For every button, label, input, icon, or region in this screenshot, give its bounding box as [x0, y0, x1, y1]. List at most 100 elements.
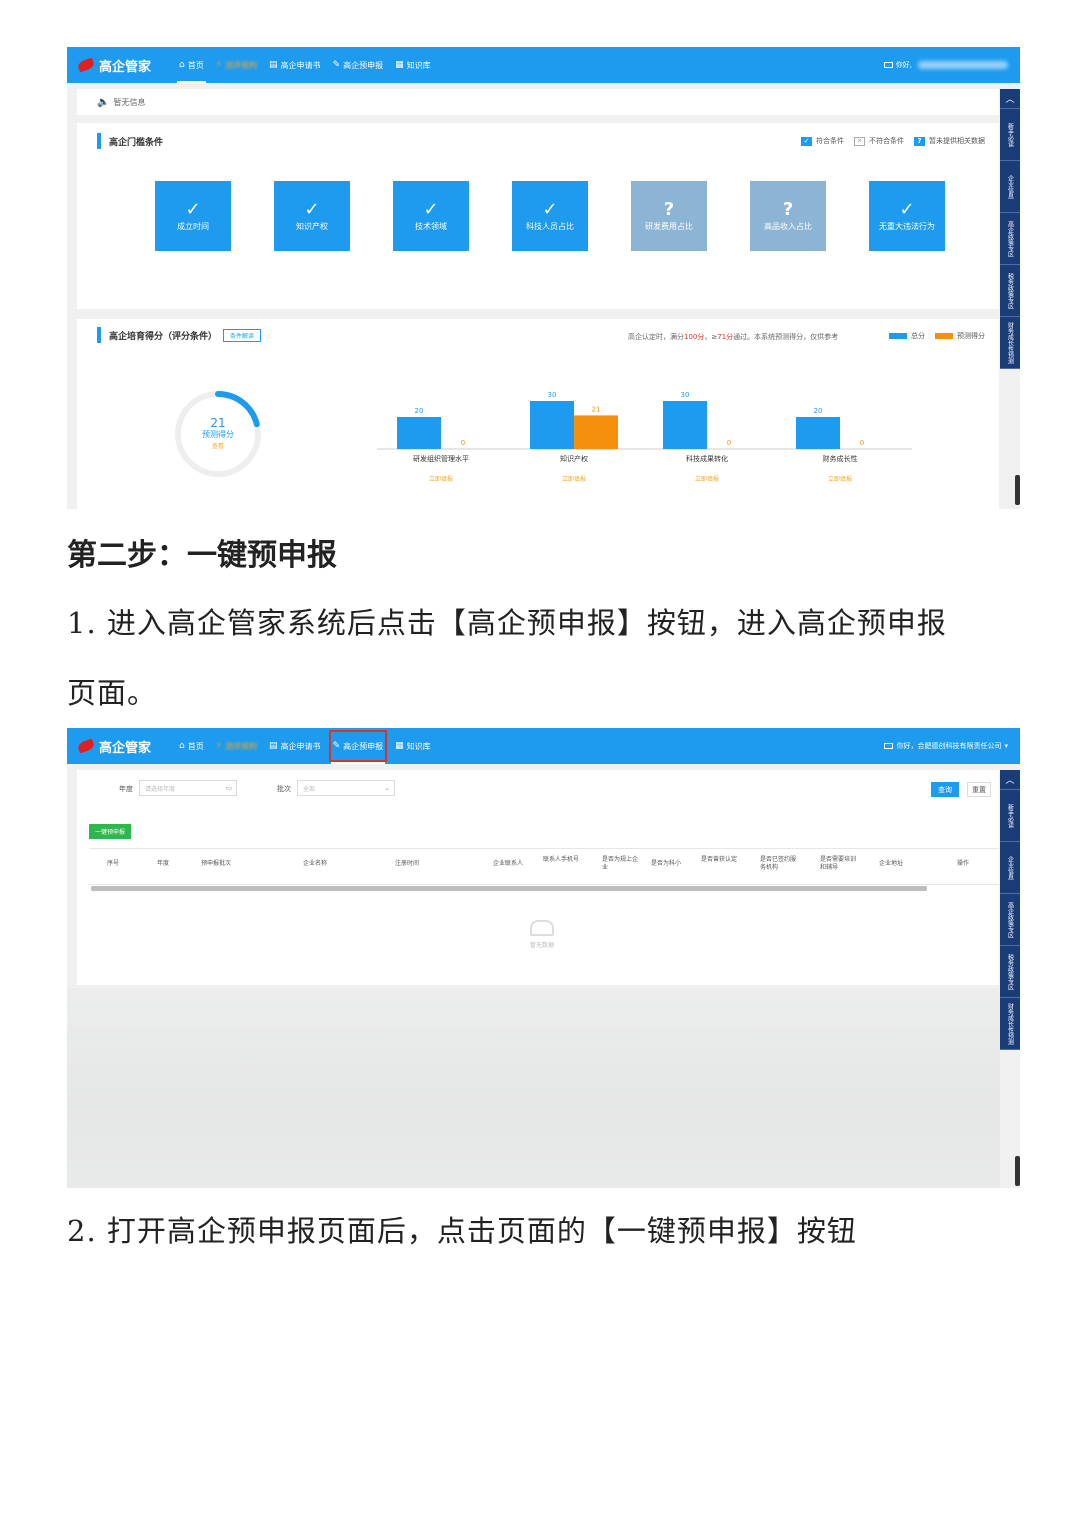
step-heading: 第二步：一键预申报 [67, 538, 337, 573]
check-icon: ✓ [423, 198, 439, 220]
nav-home[interactable]: ⌂ 首页 [173, 47, 210, 83]
ring-view-link[interactable]: 查看 [173, 441, 263, 450]
book-icon: ▦ [395, 741, 404, 751]
sidebar-item-policy[interactable]: 高企政策专区 [1000, 894, 1020, 946]
scrollbar-thumb[interactable] [1015, 1156, 1020, 1186]
tile-no-violation[interactable]: ✓ 无重大违法行为 [869, 181, 945, 251]
threshold-legend: ✓ 符合条件 ✕ 不符合条件 ? 暂未提供相关数据 [791, 136, 985, 146]
nav-home[interactable]: ⌂ 首页 [173, 728, 210, 764]
main-nav: ⌂ 首页 ⚡ 测评预判 ▤ 高企申请书 ✎ 高企预申报 ▦ 知识库 [173, 47, 437, 83]
sidebar-item-tax[interactable]: 税务政策专区 [1000, 946, 1020, 998]
one-click-pre-declare-button[interactable]: 一键预申报 [89, 824, 132, 839]
year-picker[interactable]: 请选择年度 ▭ [139, 780, 237, 796]
sidebar-item-finance[interactable]: 财务成长性预测 [1000, 998, 1020, 1050]
nav-evaluation[interactable]: ⚡ 测评预判 [210, 728, 263, 764]
tile-ip[interactable]: ✓ 知识产权 [274, 181, 350, 251]
notice-bar: 🔈 暂无信息 [77, 89, 999, 115]
speaker-icon: 🔈 [97, 96, 110, 108]
nav-application[interactable]: ▤ 高企申请书 [263, 728, 327, 764]
top-navbar: 高企管家 ⌂ 首页 ⚡ 测评预判 ▤ 高企申请书 ✎ 高企预申报 ▦ 知识库 你好, [67, 47, 1020, 83]
column-header: 是否为科小 [651, 860, 682, 867]
user-menu[interactable]: 你好, [883, 60, 1008, 70]
nav-pre-declare[interactable]: ✎ 高企预申报 [327, 728, 390, 764]
sidebar-item-policy[interactable]: 高企政策专区 [1000, 213, 1020, 265]
tile-product-income[interactable]: ? 高品收入占比 [750, 181, 826, 251]
condition-explain-button[interactable]: 条件解读 [223, 329, 262, 342]
category-label: 财务成长性 [822, 455, 858, 463]
column-header: 是否需要培训和辅导 [820, 856, 857, 871]
column-header: 预申报批次 [201, 860, 232, 867]
score-note: 高企认定时，满分100分，≥71分通过。本系统预测得分，仅供参考 [628, 333, 839, 341]
fill-now-link[interactable]: 立即填报 [695, 474, 719, 483]
column-header: 企业联系人 [493, 860, 524, 867]
data-label-0-2: 30 [681, 391, 690, 399]
nav-evaluation[interactable]: ⚡ 测评预判 [210, 47, 263, 83]
column-header: 是否为规上企业 [602, 856, 639, 871]
reset-button[interactable]: 重置 [967, 782, 991, 797]
column-header: 联系人手机号 [543, 856, 580, 863]
calendar-icon: ▭ [225, 784, 232, 792]
nav-knowledge[interactable]: ▦ 知识库 [389, 47, 437, 83]
check-icon: ✓ [899, 198, 915, 220]
horizontal-scrollbar[interactable] [91, 886, 927, 891]
scrollbar-thumb[interactable] [1015, 475, 1020, 505]
threshold-card: 高企门槛条件 ✓ 符合条件 ✕ 不符合条件 ? 暂未提供相关数据 ✓ 成立时间 ✓ 知识产… [77, 123, 999, 309]
data-label-1-0: 0 [461, 439, 465, 447]
bar-total-3 [796, 417, 840, 449]
ring-label: 21 预测得分 查看 [173, 417, 263, 450]
tile-tech-field[interactable]: ✓ 技术领域 [393, 181, 469, 251]
screenshot-pre-declare: 高企管家 ⌂ 首页 ⚡ 测评预判 ▤ 高企申请书 ✎ 高企预申报 ▦ 知识库 你好，合肥德… [67, 728, 1020, 1188]
right-sidebar: ︿ 新手必读 企业信息 高企政策专区 税务政策专区 财务成长性预测 [1000, 770, 1020, 1050]
fill-now-link[interactable]: 立即填报 [828, 474, 852, 483]
chevron-up-icon[interactable]: ︿ [1000, 89, 1020, 109]
bolt-icon: ⚡ [215, 741, 223, 751]
category-label: 知识产权 [560, 455, 588, 463]
blurred-company-name [918, 61, 1008, 69]
fill-now-link[interactable]: 立即填报 [429, 474, 453, 483]
top-navbar: 高企管家 ⌂ 首页 ⚡ 测评预判 ▤ 高企申请书 ✎ 高企预申报 ▦ 知识库 你好，合肥德… [67, 728, 1020, 764]
tile-establish-time[interactable]: ✓ 成立时间 [155, 181, 231, 251]
logo[interactable]: 高企管家 [77, 737, 169, 756]
question-icon: ? [914, 136, 925, 146]
sidebar-item-finance[interactable]: 财务成长性预测 [1000, 317, 1020, 369]
page-background [67, 988, 1000, 1188]
tile-tech-staff[interactable]: ✓ 科技人员占比 [512, 181, 588, 251]
instruction-2: 2. 打开高企预申报页面后，点击页面的【一键预申报】按钮 [67, 1214, 857, 1248]
nav-knowledge[interactable]: ▦ 知识库 [389, 728, 437, 764]
document-icon: ▤ [269, 60, 278, 70]
batch-select[interactable]: 全部 ⌄ [297, 780, 395, 796]
chevron-up-icon[interactable]: ︿ [1000, 770, 1020, 790]
mail-icon[interactable] [884, 743, 894, 749]
chevron-down-icon[interactable]: ▾ [1004, 742, 1008, 750]
home-icon: ⌂ [179, 741, 185, 751]
bolt-icon: ⚡ [215, 60, 223, 70]
column-header: 企业名称 [303, 860, 328, 867]
column-header: 是否已签约服务机构 [760, 856, 797, 871]
score-legend: 总分 预测得分 [879, 331, 985, 341]
fill-now-link[interactable]: 立即填报 [562, 474, 586, 483]
column-header: 是否曾获认定 [701, 856, 738, 863]
user-menu[interactable]: 你好，合肥德创科技有限责任公司 ▾ [884, 741, 1008, 751]
logo[interactable]: 高企管家 [77, 56, 169, 75]
empty-box-icon [530, 920, 554, 936]
mail-icon[interactable] [883, 62, 893, 68]
column-header: 年度 [157, 860, 170, 867]
nav-pre-declare[interactable]: ✎ 高企预申报 [327, 47, 390, 83]
query-button[interactable]: 查询 [931, 782, 959, 797]
sidebar-item-guide[interactable]: 新手必读 [1000, 790, 1020, 842]
sidebar-item-tax[interactable]: 税务政策专区 [1000, 265, 1020, 317]
column-header: 企业地址 [879, 860, 904, 867]
tile-rd-expense[interactable]: ? 研发费用占比 [631, 181, 707, 251]
logo-icon [77, 57, 97, 73]
data-label-1-3: 0 [860, 439, 864, 447]
legend-unknown: ? 暂未提供相关数据 [914, 136, 985, 146]
data-label-1-2: 0 [727, 439, 731, 447]
sidebar-item-company[interactable]: 企业信息 [1000, 161, 1020, 213]
threshold-title: 高企门槛条件 [97, 133, 163, 149]
right-sidebar: ︿ 新手必读 企业信息 高企政策专区 税务政策专区 财务成长性预测 [1000, 89, 1020, 369]
book-icon: ▦ [395, 60, 404, 70]
empty-state: 暂无数据 [517, 920, 567, 949]
sidebar-item-guide[interactable]: 新手必读 [1000, 109, 1020, 161]
sidebar-item-company[interactable]: 企业信息 [1000, 842, 1020, 894]
nav-application[interactable]: ▤ 高企申请书 [263, 47, 327, 83]
